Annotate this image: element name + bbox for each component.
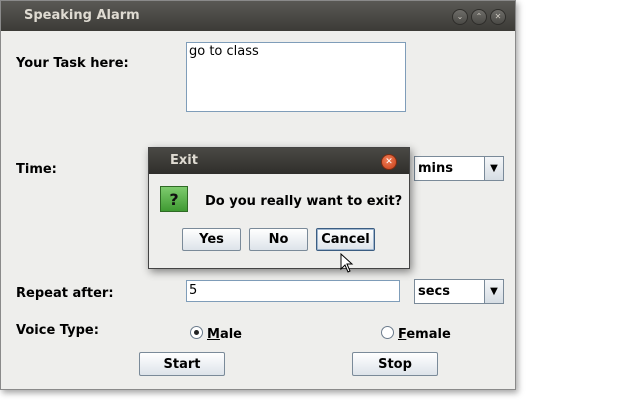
- dialog-message: Do you really want to exit?: [205, 194, 403, 209]
- repeat-input[interactable]: 5: [186, 280, 400, 302]
- time-unit-value: mins: [418, 161, 453, 176]
- window-title: Speaking Alarm: [24, 8, 140, 23]
- dialog-title-bar[interactable]: Exit ✕: [149, 148, 409, 174]
- task-textarea[interactable]: go to class: [186, 42, 406, 112]
- radio-checked-icon[interactable]: [190, 326, 203, 339]
- repeat-unit-value: secs: [418, 284, 450, 299]
- repeat-unit-select[interactable]: secs ▼: [414, 279, 504, 304]
- repeat-label: Repeat after:: [16, 286, 114, 301]
- mouse-cursor-icon: [340, 253, 354, 273]
- chevron-down-icon[interactable]: ▼: [484, 280, 503, 303]
- radio-unchecked-icon[interactable]: [381, 326, 394, 339]
- radio-female[interactable]: Female: [381, 326, 451, 342]
- close-icon[interactable]: ✕: [490, 9, 506, 25]
- start-button[interactable]: Start: [139, 352, 225, 376]
- exit-dialog: Exit ✕ ? Do you really want to exit? Yes…: [148, 147, 410, 269]
- dialog-title: Exit: [170, 153, 198, 168]
- radio-male-label-rest: ale: [219, 327, 242, 342]
- question-icon: ?: [160, 186, 188, 212]
- yes-button[interactable]: Yes: [182, 228, 241, 251]
- time-label: Time:: [16, 162, 57, 177]
- minimize-icon[interactable]: ⌄: [452, 9, 468, 25]
- mnemonic-m: M: [207, 327, 220, 342]
- no-button[interactable]: No: [249, 228, 308, 251]
- voice-type-label: Voice Type:: [16, 323, 99, 338]
- cancel-button[interactable]: Cancel: [316, 228, 375, 251]
- stop-button[interactable]: Stop: [352, 352, 438, 376]
- maximize-icon[interactable]: ⌃: [471, 9, 487, 25]
- close-icon[interactable]: ✕: [381, 154, 397, 170]
- radio-female-label-rest: emale: [406, 327, 451, 342]
- title-bar[interactable]: Speaking Alarm ⌄ ⌃ ✕: [1, 1, 515, 31]
- chevron-down-icon[interactable]: ▼: [484, 157, 503, 180]
- radio-male[interactable]: Male: [190, 326, 242, 342]
- time-unit-select[interactable]: mins ▼: [414, 156, 504, 181]
- task-label: Your Task here:: [16, 56, 129, 71]
